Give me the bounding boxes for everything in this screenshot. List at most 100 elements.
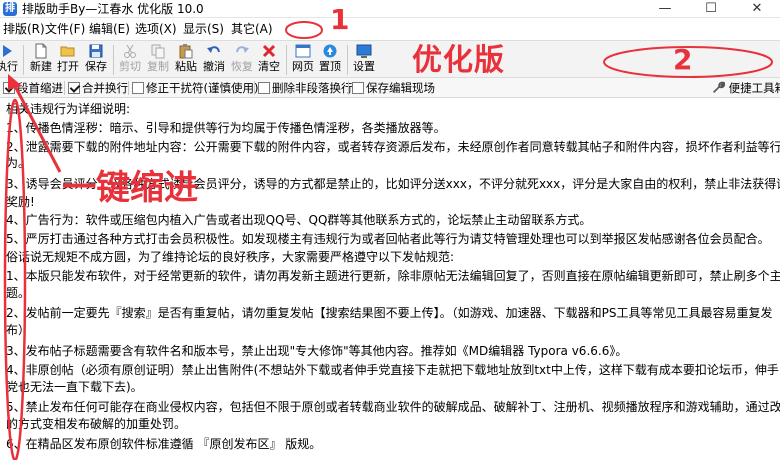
new-file-icon [35, 43, 47, 59]
menu-edit[interactable]: 编辑(E) [86, 20, 133, 38]
toolbox-label: 便捷工具箱 [728, 81, 780, 95]
settings-icon [356, 44, 372, 58]
optimized-version-annotation: 优化版 [412, 43, 505, 78]
pin-top-icon [323, 44, 337, 58]
undo-button[interactable]: 撤消 [201, 43, 227, 77]
title-bar: 排 排版助手By—江春水 优化版 10.0 — ☐ ✕ [0, 0, 780, 18]
copy-button[interactable]: 复制 [145, 43, 171, 77]
copy-icon [151, 44, 165, 59]
remove-nonparagraph-breaks-checkbox[interactable]: 删除非段落换行 [258, 81, 353, 96]
editor-line: 2、泄露需要下载的附件地址内容：公开需要下载的附件内容，或者转存资源后发布，未经… [6, 140, 780, 154]
clear-label: 清空 [258, 60, 280, 73]
web-icon [295, 44, 311, 58]
web-button[interactable]: 网页 [290, 43, 316, 77]
redo-label: 恢复 [231, 60, 253, 73]
text-editor[interactable]: 相关违规行为详细说明: 1、传播色情淫秽：暗示、引导和提供等行为均属于传播色情淫… [0, 99, 780, 460]
menu-file[interactable]: 文件(F) [42, 20, 88, 38]
paste-icon [179, 44, 193, 59]
toolbar-separator [286, 45, 287, 75]
redo-icon [236, 46, 249, 53]
options-separator [348, 81, 349, 95]
editor-line: 1、本版只能发布软件，对于经常更新的软件，请勿再发新主题进行更新，除非原帖无法编… [6, 269, 780, 283]
save-icon [89, 44, 103, 58]
editor-line: 的方式变相发布破解的加重处罚。 [6, 417, 187, 431]
settings-button[interactable]: 设置 [351, 43, 377, 77]
clear-button[interactable]: 清空 [256, 43, 282, 77]
one-key-indent-annotation: 一键缩进 [62, 168, 198, 208]
cut-label: 剪切 [119, 60, 141, 73]
editor-line: 布） [6, 323, 31, 337]
close-button[interactable]: ✕ [734, 0, 780, 18]
checkbox-unchecked [132, 82, 144, 94]
annotation-number-two: 2 [673, 43, 693, 76]
minimize-button[interactable]: — [642, 0, 688, 18]
toolbar-separator [347, 45, 348, 75]
pin-top-button[interactable]: 置顶 [317, 43, 343, 77]
settings-label: 设置 [353, 60, 375, 73]
fix-interference-checkbox-label: 修正干扰符(谨慎使用) [146, 81, 259, 95]
new-label: 新建 [30, 60, 52, 73]
menu-view[interactable]: 显示(S) [180, 20, 227, 38]
editor-line: 2、发帖前一定要先『搜索』是否有重复帖，请勿重复发帖【搜索结果图不要上传】。（如… [6, 306, 773, 320]
toolbar-separator [23, 45, 24, 75]
open-label: 打开 [57, 60, 79, 73]
editor-line: 5、严厉打击通过各种方式打击会员积极性。如发现楼主有违规行为或者回帖者此等行为请… [6, 232, 770, 246]
editor-line: 6、在精品区发布原创软件标准遵循 『原创发布区』 版规。 [6, 437, 322, 451]
save-button[interactable]: 保存 [83, 43, 109, 77]
open-folder-icon [60, 46, 75, 57]
window-title: 排版助手By—江春水 优化版 10.0 [22, 2, 204, 16]
options-bar: 段首缩进 合并换行 修正干扰符(谨慎使用) 删除非段落换行 保存编辑现场 便捷工… [0, 78, 780, 98]
app-icon: 排 [3, 2, 17, 16]
toolbox-button[interactable]: 便捷工具箱 [712, 80, 780, 96]
pin-top-label: 置顶 [319, 60, 341, 73]
undo-icon [207, 46, 220, 53]
paste-button[interactable]: 粘贴 [173, 43, 199, 77]
checkbox-unchecked [258, 82, 270, 94]
cut-button[interactable]: 剪切 [117, 43, 143, 77]
open-button[interactable]: 打开 [55, 43, 81, 77]
menu-layout[interactable]: 排版(R) [0, 20, 48, 38]
editor-line: 4、非原创帖（必须有原创证明）禁止出售附件(不想站外下载或者伸手党直接下走就把下… [6, 363, 779, 377]
remove-nonparagraph-breaks-label: 删除非段落换行 [272, 81, 353, 95]
options-separator [254, 81, 255, 95]
run-button[interactable]: 执行 [0, 43, 20, 77]
editor-line: 俗话说无规矩不成方圆，为了维持论坛的良好秩序，大家需要严格遵守以下发帖规范: [6, 250, 455, 264]
indent-checkbox-label: 段首缩进 [17, 81, 63, 95]
play-icon [3, 45, 12, 57]
clear-icon [262, 44, 276, 58]
checkbox-unchecked [352, 82, 364, 94]
cut-icon [124, 44, 136, 58]
maximize-button[interactable]: ☐ [688, 0, 734, 18]
toolbar: 执行 新建 打开 保存 剪切 复制 粘贴 撤消 恢复 清空 网页 置顶 设置 优… [0, 40, 780, 78]
options-separator [128, 81, 129, 95]
merge-lines-checkbox[interactable]: 合并换行 [68, 81, 128, 96]
merge-lines-checkbox-label: 合并换行 [82, 81, 128, 95]
save-session-checkbox-label: 保存编辑现场 [366, 81, 435, 95]
run-label: 执行 [0, 60, 18, 73]
editor-line: 党也无法一直下载下去)。 [6, 380, 143, 394]
redo-button[interactable]: 恢复 [229, 43, 255, 77]
editor-line: 题。 [6, 286, 31, 300]
paste-label: 粘贴 [175, 60, 197, 73]
indent-checkbox[interactable]: 段首缩进 [3, 81, 63, 96]
editor-line: 1、传播色情淫秽：暗示、引导和提供等行为均属于传播色情淫秽，各类播放器等。 [6, 121, 446, 135]
save-session-checkbox[interactable]: 保存编辑现场 [352, 81, 435, 96]
annotation-number-one: 1 [330, 3, 350, 36]
editor-line: 相关违规行为详细说明: [6, 102, 131, 116]
menu-options[interactable]: 选项(X) [132, 20, 180, 38]
copy-label: 复制 [147, 60, 169, 73]
checkbox-checked [3, 82, 15, 94]
menu-other[interactable]: 其它(A) [228, 20, 276, 38]
new-button[interactable]: 新建 [28, 43, 54, 77]
editor-line: 3、发布帖子标题需要含有软件名和版本号，禁止出现"专大修饰"等其他内容。推荐如《… [6, 344, 628, 358]
save-label: 保存 [85, 60, 107, 73]
options-separator [64, 81, 65, 95]
web-label: 网页 [292, 60, 314, 73]
wrench-icon [713, 81, 726, 93]
toolbar-separator [113, 45, 114, 75]
fix-interference-checkbox[interactable]: 修正干扰符(谨慎使用) [132, 81, 258, 96]
checkbox-checked [68, 82, 80, 94]
editor-line: 4、广告行为：软件或压缩包内植入广告或者出现QQ号、QQ群等其他联系方式的，论坛… [6, 213, 592, 227]
undo-label: 撤消 [203, 60, 225, 73]
editor-line: 5、禁止发布任何可能存在商业侵权内容，包括但不限于原创或者转载商业软件的破解成品… [6, 400, 780, 414]
